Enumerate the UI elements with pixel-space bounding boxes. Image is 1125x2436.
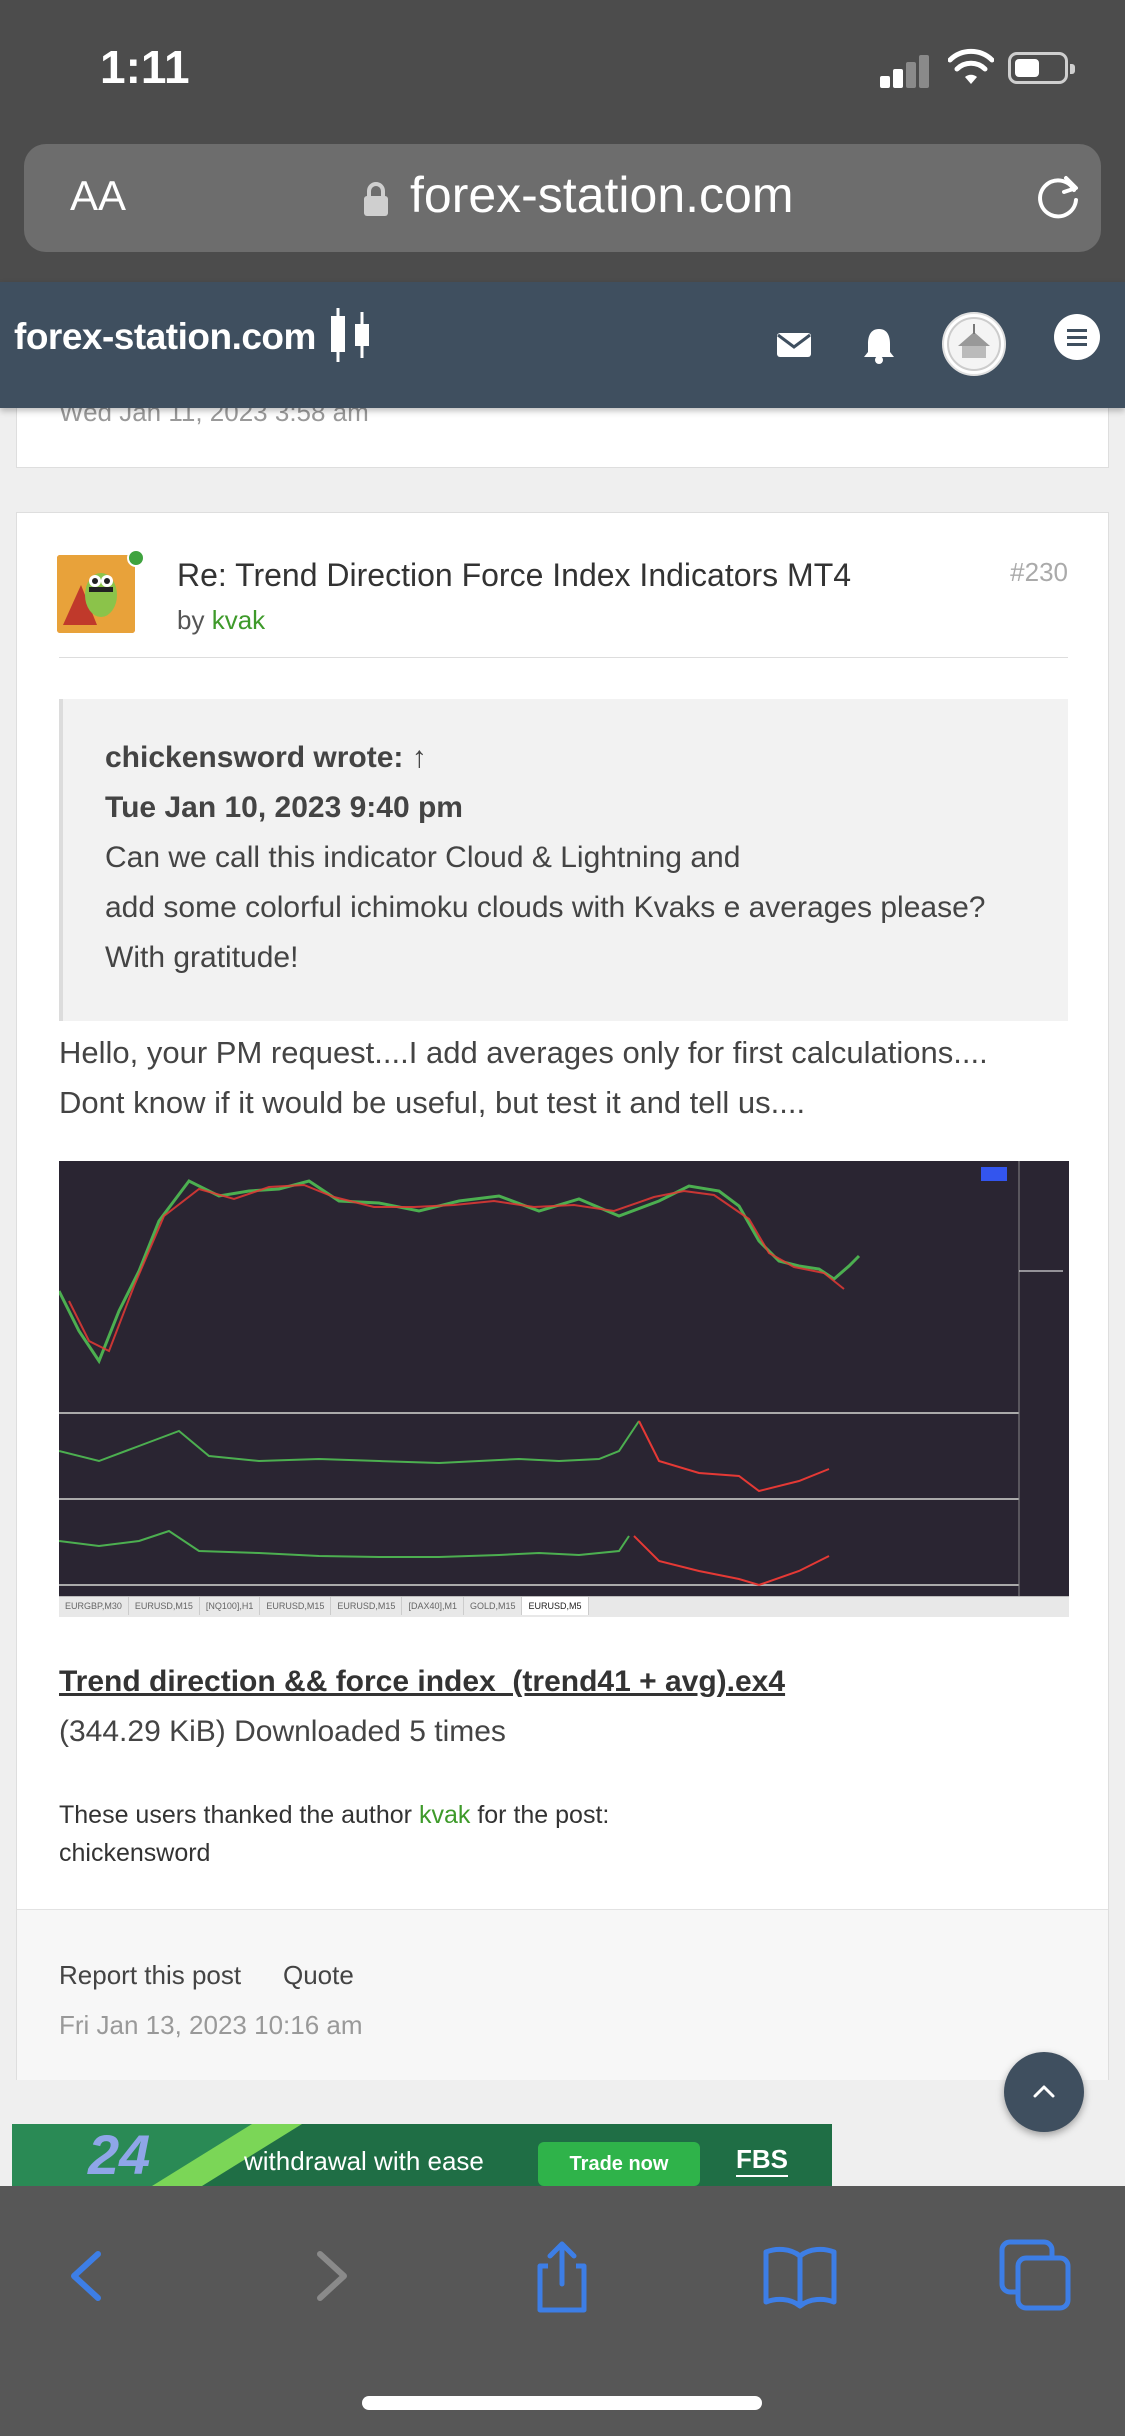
bookmarks-icon[interactable] — [760, 2236, 840, 2316]
post-body-line: Hello, your PM request....I add averages… — [59, 1035, 988, 1070]
thanks-author-link[interactable]: kvak — [419, 1801, 470, 1829]
thanks-line: These users thanked the author kvak for … — [59, 1801, 609, 1830]
post-byline: by kvak — [177, 605, 265, 636]
mail-icon[interactable] — [776, 330, 812, 360]
chart-tab: GOLD,M15 — [464, 1597, 523, 1615]
byline-prefix: by — [177, 605, 205, 635]
chart-symbol-tabs: EURGBP,M30 EURUSD,M15 [NQ100],H1 EURUSD,M15… — [59, 1596, 1069, 1617]
author-avatar[interactable] — [57, 555, 135, 633]
frog-avatar-icon — [57, 555, 135, 633]
forum-post: Re: Trend Direction Force Index Indicato… — [16, 512, 1109, 2080]
site-logo[interactable]: forex-station.com — [14, 316, 316, 358]
author-link[interactable]: kvak — [212, 605, 265, 635]
chart-tab: EURGBP,M30 — [59, 1597, 129, 1615]
post-footer: Report this post Quote Fri Jan 13, 2023 … — [17, 1909, 1108, 2080]
chart-tab: EURUSD,M15 — [331, 1597, 403, 1615]
ad-text: withdrawal with ease — [244, 2146, 484, 2176]
forward-icon[interactable] — [290, 2236, 370, 2316]
share-icon[interactable] — [522, 2236, 602, 2316]
quote-line: With gratitude! — [105, 941, 299, 974]
browser-toolbar — [0, 2186, 1125, 2436]
lock-icon — [364, 182, 388, 216]
signal-icon — [880, 52, 930, 88]
attached-chart-screenshot[interactable]: EURGBP,M30 EURUSD,M15 [NQ100],H1 EURUSD,M15… — [59, 1161, 1069, 1617]
quote-block: chickensword wrote: ↑ Tue Jan 10, 2023 9… — [59, 699, 1068, 1021]
candlestick-logo-icon — [331, 308, 369, 362]
chart-tab: EURUSD,M15 — [129, 1597, 200, 1615]
chart-tab-active: EURUSD,M5 — [522, 1597, 589, 1615]
post-number[interactable]: #230 — [1010, 557, 1068, 588]
browser-chrome-top: 1:11 AA forex-station.com — [0, 0, 1125, 282]
tabs-icon[interactable] — [996, 2236, 1076, 2316]
report-post-button[interactable]: Report this post — [59, 1960, 241, 1991]
menu-icon[interactable] — [1054, 314, 1100, 360]
post-body-line: Dont know if it would be useful, but tes… — [59, 1085, 806, 1120]
avatar-image-icon — [947, 317, 1001, 371]
status-time: 1:11 — [100, 41, 190, 93]
user-avatar[interactable] — [942, 312, 1006, 376]
battery-icon — [1008, 52, 1075, 84]
quote-button[interactable]: Quote — [283, 1960, 354, 1991]
thanks-prefix: These users thanked the author — [59, 1801, 413, 1829]
quote-author[interactable]: chickensword wrote: ↑ — [105, 741, 427, 775]
attachment-info: (344.29 KiB) Downloaded 5 times — [59, 1715, 506, 1748]
attachment-link[interactable]: Trend direction && force index_(trend41 … — [59, 1665, 785, 1699]
site-header: forex-station.com — [0, 282, 1125, 408]
home-indicator — [362, 2396, 762, 2410]
post-divider — [59, 657, 1068, 658]
post-title[interactable]: Re: Trend Direction Force Index Indicato… — [177, 557, 851, 594]
ad-number: 24 — [88, 2124, 151, 2186]
scroll-top-button[interactable] — [1004, 2052, 1084, 2132]
thanks-suffix: for the post: — [477, 1801, 610, 1829]
chart-tab: [DAX40],M1 — [402, 1597, 464, 1615]
url-text[interactable]: forex-station.com — [410, 166, 793, 224]
price-chart-image — [59, 1161, 1069, 1597]
online-status-dot — [127, 549, 145, 567]
quote-line: Can we call this indicator Cloud & Light… — [105, 841, 741, 874]
address-bar[interactable]: AA forex-station.com — [24, 144, 1101, 252]
post-date: Fri Jan 13, 2023 10:16 am — [59, 2010, 363, 2040]
quote-line: add some colorful ichimoku clouds with K… — [105, 891, 986, 924]
chart-tab: [NQ100],H1 — [200, 1597, 261, 1615]
chart-tab: EURUSD,M15 — [260, 1597, 332, 1615]
bell-icon[interactable] — [862, 326, 896, 364]
ad-trade-button[interactable]: Trade now — [538, 2142, 700, 2186]
quote-date: Tue Jan 10, 2023 9:40 pm — [105, 791, 463, 824]
ad-brand-logo: FBS — [736, 2144, 788, 2177]
wifi-icon — [948, 48, 994, 84]
back-icon[interactable] — [48, 2236, 128, 2316]
chevron-up-icon — [1033, 2085, 1055, 2098]
thanks-user-link[interactable]: chickensword — [59, 1839, 210, 1868]
reader-aa-button[interactable]: AA — [70, 172, 126, 220]
ad-banner[interactable]: 24 withdrawal with ease Trade now FBS — [12, 2124, 832, 2186]
reload-icon[interactable] — [1030, 170, 1086, 226]
